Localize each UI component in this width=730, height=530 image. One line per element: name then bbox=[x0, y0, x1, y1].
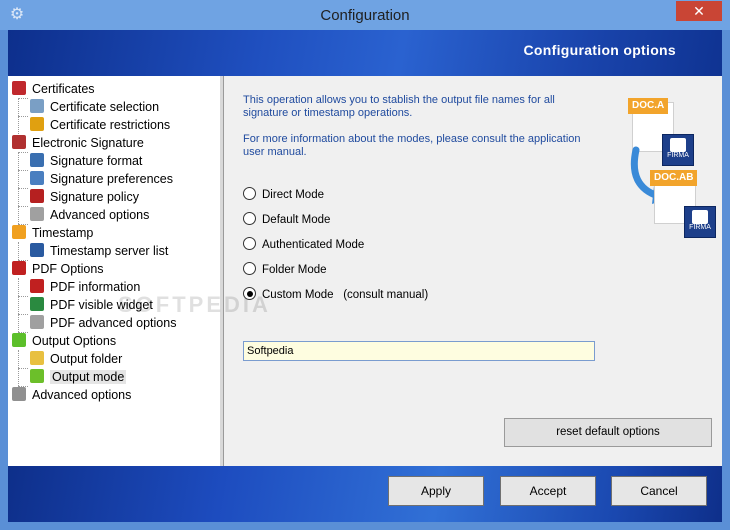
panel-area: Certificates Certificate selection Certifi… bbox=[8, 76, 722, 466]
tree-item-label: Signature policy bbox=[50, 190, 139, 204]
radio-authenticated-mode[interactable]: Authenticated Mode bbox=[243, 237, 364, 253]
radio-custom-mode[interactable]: Custom Mode (consult manual) bbox=[243, 287, 428, 303]
tree-item-certificate-restrictions[interactable]: Certificate restrictions bbox=[30, 116, 170, 134]
seal-icon bbox=[12, 81, 26, 95]
tree-item-label: Electronic Signature bbox=[32, 136, 144, 150]
tree-item-label: Timestamp server list bbox=[50, 244, 169, 258]
apply-button[interactable]: Apply bbox=[388, 476, 484, 506]
clock-icon bbox=[12, 225, 26, 239]
radio-circle-selected[interactable] bbox=[243, 287, 256, 300]
pen-icon bbox=[692, 210, 708, 224]
tree-item-advanced-options[interactable]: Advanced options bbox=[30, 206, 149, 224]
tree-item-output-folder[interactable]: Output folder bbox=[30, 350, 122, 368]
reset-default-options-button[interactable]: reset default options bbox=[504, 418, 712, 447]
tree-item-output-options[interactable]: Output Options bbox=[12, 332, 116, 350]
info-text-manual: For more information about the modes, pl… bbox=[243, 133, 581, 158]
tree-item-signature-policy[interactable]: Signature policy bbox=[30, 188, 139, 206]
custom-mode-input[interactable]: Softpedia bbox=[243, 341, 595, 361]
mode-icon bbox=[30, 369, 44, 383]
pdf-file-icon bbox=[30, 279, 44, 293]
close-button[interactable]: ✕ bbox=[676, 1, 722, 21]
output-mode-panel: This operation allows you to stablish th… bbox=[118, 76, 722, 466]
tree-item-label: Output mode bbox=[50, 370, 127, 384]
radio-circle[interactable] bbox=[243, 187, 256, 200]
options-tree: Certificates Certificate selection Certifi… bbox=[8, 76, 221, 466]
folder-icon bbox=[30, 351, 44, 365]
policy-icon bbox=[30, 189, 44, 203]
pen-icon bbox=[12, 135, 26, 149]
gears-icon bbox=[30, 315, 44, 329]
radio-label: Authenticated Mode bbox=[262, 239, 365, 251]
radio-label: Direct Mode bbox=[262, 189, 324, 201]
radio-circle[interactable] bbox=[243, 262, 256, 275]
radio-note: (consult manual) bbox=[343, 289, 429, 301]
document-icon bbox=[30, 153, 44, 167]
radio-label: Custom Mode bbox=[262, 289, 334, 301]
doc-ab-label: DOC.AB bbox=[650, 170, 698, 186]
magnifier-icon bbox=[30, 99, 44, 113]
tree-item-label: Certificate restrictions bbox=[50, 118, 171, 132]
tree-item-label: Advanced options bbox=[32, 388, 132, 402]
tree-item-label: Signature preferences bbox=[50, 172, 173, 186]
up-arrow-icon bbox=[12, 333, 26, 347]
gears-icon bbox=[30, 207, 44, 221]
tree-item-label: Timestamp bbox=[32, 226, 94, 240]
accept-button[interactable]: Accept bbox=[500, 476, 596, 506]
configuration-window: ⚙ Configuration ✕ Configuration options bbox=[0, 0, 730, 530]
radio-default-mode[interactable]: Default Mode bbox=[243, 212, 330, 228]
tree-item-advanced-options[interactable]: Advanced options bbox=[12, 386, 131, 404]
tree-item-signature-format[interactable]: Signature format bbox=[30, 152, 142, 170]
radio-circle[interactable] bbox=[243, 212, 256, 225]
tree-item-electronic-signature[interactable]: Electronic Signature bbox=[12, 134, 144, 152]
radio-label: Default Mode bbox=[262, 214, 331, 226]
tree-item-label: Advanced options bbox=[50, 208, 150, 222]
gears-icon bbox=[12, 387, 26, 401]
tree-item-certificates[interactable]: Certificates bbox=[12, 80, 95, 98]
tree-item-label: Certificate selection bbox=[50, 100, 160, 114]
radio-folder-mode[interactable]: Folder Mode bbox=[243, 262, 327, 278]
radio-label: Folder Mode bbox=[262, 264, 327, 276]
tree-item-label: Signature format bbox=[50, 154, 143, 168]
doc-a-label: DOC.A bbox=[628, 98, 669, 114]
banner-title: Configuration options bbox=[523, 42, 676, 58]
tree-item-label: Output folder bbox=[50, 352, 123, 366]
signature-stamp-icon: FIRMA bbox=[684, 206, 716, 238]
header-banner: Configuration options bbox=[8, 30, 722, 76]
tree-item-pdf-options[interactable]: PDF Options bbox=[12, 260, 104, 278]
tree-item-timestamp-server-list[interactable]: Timestamp server list bbox=[30, 242, 168, 260]
title-bar: ⚙ Configuration ✕ bbox=[0, 0, 730, 30]
tree-item-label: PDF advanced options bbox=[50, 316, 177, 330]
client-area: Configuration options Certificates Certi… bbox=[8, 30, 722, 522]
footer-bar: Apply Accept Cancel bbox=[8, 466, 722, 522]
tree-item-certificate-selection[interactable]: Certificate selection bbox=[30, 98, 159, 116]
tree-item-label: Output Options bbox=[32, 334, 117, 348]
tree-item-timestamp[interactable]: Timestamp bbox=[12, 224, 93, 242]
pdf-widget-icon bbox=[30, 297, 44, 311]
tree-item-signature-preferences[interactable]: Signature preferences bbox=[30, 170, 173, 188]
tree-item-label: Certificates bbox=[32, 82, 95, 96]
cancel-button[interactable]: Cancel bbox=[611, 476, 707, 506]
lock-icon bbox=[30, 117, 44, 131]
tree-item-label: PDF Options bbox=[32, 262, 104, 276]
window-title: Configuration bbox=[320, 7, 410, 24]
radio-direct-mode[interactable]: Direct Mode bbox=[243, 187, 324, 203]
tree-item-output-mode[interactable]: Output mode bbox=[30, 368, 127, 386]
clipboard-icon bbox=[30, 171, 44, 185]
radio-circle[interactable] bbox=[243, 237, 256, 250]
info-text: This operation allows you to stablish th… bbox=[243, 94, 555, 119]
server-list-icon bbox=[30, 243, 44, 257]
pdf-icon bbox=[12, 261, 26, 275]
